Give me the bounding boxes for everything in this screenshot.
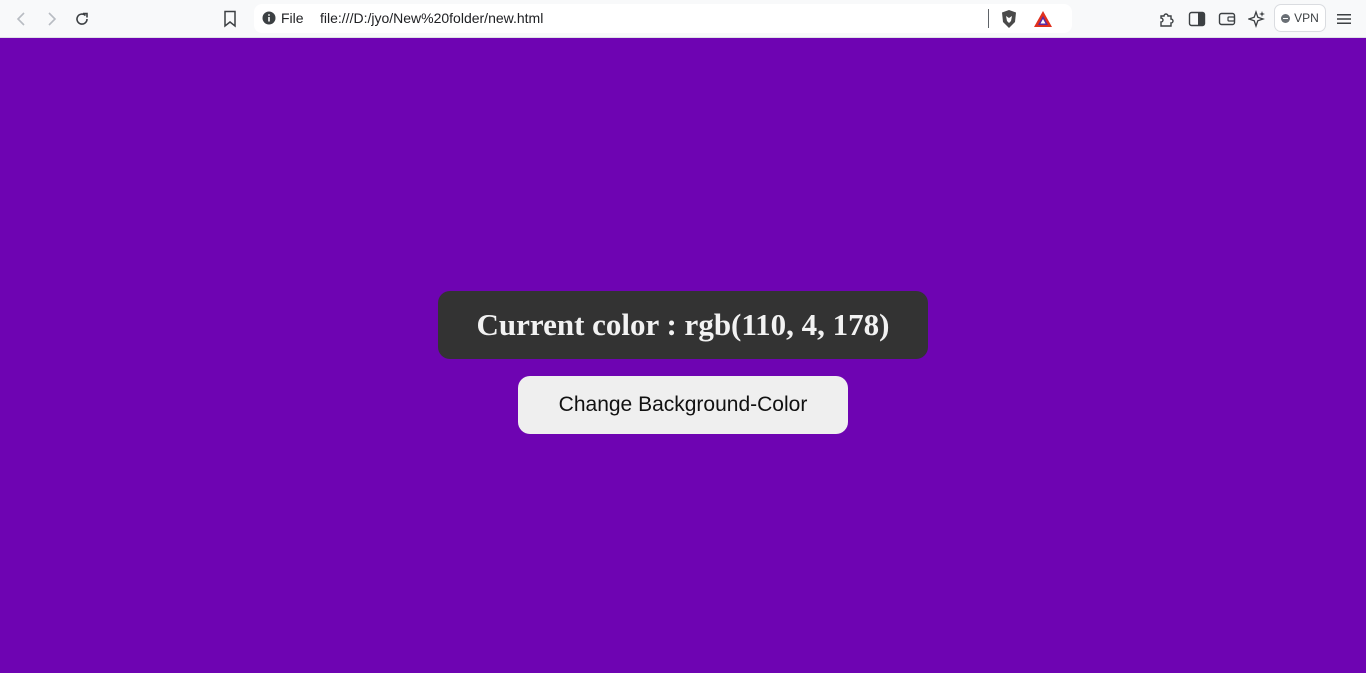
back-icon[interactable] (8, 5, 36, 33)
address-separator (988, 9, 989, 28)
url-text[interactable]: file:///D:/jyo/New%20folder/new.html (320, 10, 543, 26)
url-scheme-label: File (281, 10, 304, 26)
bookmark-icon[interactable] (216, 5, 244, 33)
forward-icon[interactable] (37, 5, 65, 33)
brave-rewards-icon[interactable] (1029, 5, 1057, 33)
current-color-label: Current color : rgb(110, 4, 178) (438, 291, 928, 359)
vpn-button[interactable]: VPN (1274, 4, 1326, 32)
info-icon[interactable] (262, 11, 276, 25)
vpn-status-icon (1281, 13, 1291, 23)
page-content: Current color : rgb(110, 4, 178) Change … (0, 38, 1366, 673)
extensions-icon[interactable] (1153, 5, 1181, 33)
reload-icon[interactable] (68, 5, 96, 33)
menu-icon[interactable] (1330, 5, 1358, 33)
sidebar-icon[interactable] (1183, 5, 1211, 33)
wallet-icon[interactable] (1213, 5, 1241, 33)
address-bar[interactable]: File file:///D:/jyo/New%20folder/new.htm… (254, 4, 1072, 33)
browser-toolbar: File file:///D:/jyo/New%20folder/new.htm… (0, 0, 1366, 38)
change-background-color-button[interactable]: Change Background-Color (518, 376, 848, 434)
leo-ai-icon[interactable] (1243, 5, 1271, 33)
brave-shields-icon[interactable] (995, 5, 1023, 33)
vpn-label: VPN (1294, 11, 1319, 25)
